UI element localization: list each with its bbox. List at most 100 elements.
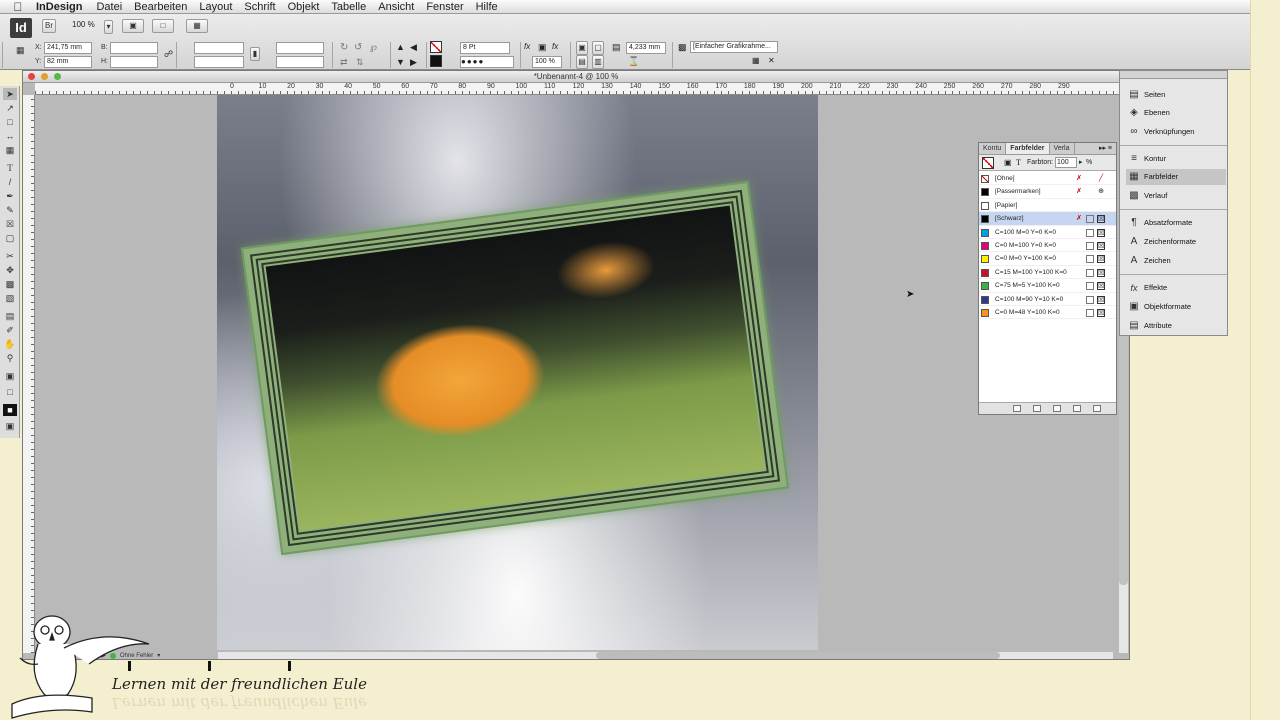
fill-stroke-swatch-icon[interactable] [982, 157, 994, 169]
zoom-field[interactable]: 100 % [70, 20, 104, 32]
tab-farbfelder[interactable]: Farbfelder [1006, 143, 1050, 154]
constrain-scale-button[interactable]: ▮ [250, 47, 260, 61]
tab-verlauf[interactable]: Verla [1050, 143, 1075, 154]
gradient-swatch-tool-icon[interactable]: ▩ [3, 278, 17, 290]
pencil-tool-icon[interactable]: ✎ [3, 204, 17, 216]
width-field[interactable] [110, 42, 158, 54]
image-frame[interactable] [240, 180, 790, 556]
corner-offset-field[interactable]: 4,233 mm [626, 42, 666, 54]
eyedropper-tool-icon[interactable]: ✐ [3, 324, 17, 336]
minimize-window-icon[interactable] [41, 73, 48, 80]
dock-item-verlauf[interactable]: ▩ Verlauf [1126, 188, 1226, 204]
formatting-container-swatch-icon[interactable]: ▣ [1004, 158, 1012, 167]
clear-overrides-icon[interactable]: ▦ [752, 56, 760, 65]
rectangle-tool-icon[interactable]: ▢ [3, 232, 17, 244]
menu-fenster[interactable]: Fenster [420, 1, 469, 13]
dock-item-effekte[interactable]: fx Effekte [1126, 280, 1226, 296]
new-swatch-icon[interactable] [1073, 405, 1081, 412]
page-tool-icon[interactable]: □ [3, 116, 17, 128]
show-gradient-swatches-icon[interactable] [1053, 405, 1061, 412]
reference-point-icon[interactable]: ▦ [16, 45, 30, 59]
content-collector-icon[interactable]: ▦ [3, 144, 17, 156]
rotate-ccw-icon[interactable]: ↺ [354, 42, 362, 53]
bridge-button[interactable]: Br [42, 19, 56, 33]
vertical-ruler[interactable] [23, 95, 35, 653]
show-all-swatches-icon[interactable] [1013, 405, 1021, 412]
formatting-container-icon[interactable]: □ [3, 386, 17, 398]
tint-arrow-icon[interactable]: ▸ [1079, 158, 1083, 166]
line-tool-icon[interactable]: / [3, 176, 17, 188]
opacity-field[interactable]: 100 % [532, 56, 562, 68]
swatch-row-yellow[interactable]: C=0 M=0 Y=100 K=0 ☒ [979, 252, 1116, 266]
x-position-field[interactable]: 241,75 mm [44, 42, 92, 54]
dock-item-attribute[interactable]: ▤ Attribute [1126, 318, 1226, 334]
fx-menu-icon[interactable]: fx [552, 42, 558, 51]
swatch-row-red[interactable]: C=15 M=100 Y=100 K=0 ☒ [979, 266, 1116, 280]
free-transform-tool-icon[interactable]: ✥ [3, 264, 17, 276]
wrap-shape-icon[interactable]: ▢ [592, 41, 604, 55]
swatch-row-cyan[interactable]: C=100 M=0 Y=0 K=0 ☒ [979, 226, 1116, 239]
swatch-row-ohne[interactable]: [Ohne] ✗ ╱ [979, 172, 1116, 186]
rotation-field[interactable] [276, 42, 324, 54]
formatting-text-icon[interactable]: T [1016, 158, 1021, 167]
screen-mode-button[interactable]: □ [152, 19, 174, 33]
gap-tool-icon[interactable]: ↔ [3, 130, 17, 142]
stroke-weight-field[interactable]: 8 Pt [460, 42, 510, 54]
dock-item-zeichenformate[interactable]: A Zeichenformate [1126, 234, 1226, 250]
menu-datei[interactable]: Datei [90, 1, 128, 13]
scale-y-field[interactable] [194, 56, 244, 68]
selection-tool-icon[interactable]: ➤ [3, 88, 17, 100]
swatch-row-magenta[interactable]: C=0 M=100 Y=0 K=0 ☒ [979, 239, 1116, 253]
wrap-around-icon[interactable]: ▣ [576, 41, 588, 55]
wrap-none-icon[interactable]: ▥ [592, 55, 604, 69]
dock-grip[interactable] [1120, 71, 1227, 79]
swatch-row-passermarken[interactable]: [Passermarken] ✗ ⊕ [979, 185, 1116, 199]
corner-options-icon[interactable]: ▤ [612, 42, 621, 53]
pen-tool-icon[interactable]: ✒ [3, 190, 17, 202]
swatch-row-green[interactable]: C=75 M=5 Y=100 K=0 ☒ [979, 279, 1116, 293]
menu-ansicht[interactable]: Ansicht [372, 1, 420, 13]
dock-item-verknuepfungen[interactable]: ∞ Verknüpfungen [1126, 124, 1226, 140]
stroke-type-field[interactable]: ●●●● [460, 56, 514, 68]
delete-swatch-icon[interactable] [1093, 405, 1101, 412]
dock-item-farbfelder[interactable]: ▦ Farbfelder [1126, 169, 1226, 185]
hand-tool-icon[interactable]: ✋ [3, 338, 17, 350]
shear-field[interactable] [276, 56, 324, 68]
path-icon[interactable]: ℘ [370, 42, 377, 53]
dock-item-absatzformate[interactable]: ¶ Absatzformate [1126, 215, 1226, 231]
stroke-black-icon[interactable] [430, 55, 442, 67]
object-style-icon[interactable]: ▩ [678, 42, 687, 53]
dock-item-kontur[interactable]: ≡ Kontur [1126, 151, 1226, 167]
normal-mode-icon[interactable]: ■ [3, 404, 17, 416]
swatch-row-schwarz[interactable]: [Schwarz] ✗ ☒ [979, 212, 1116, 226]
menu-bearbeiten[interactable]: Bearbeiten [128, 1, 193, 13]
constrain-proportions-icon[interactable]: ☍ [164, 49, 173, 60]
menu-layout[interactable]: Layout [193, 1, 238, 13]
clear-icon[interactable]: ✕ [768, 56, 775, 65]
type-tool-icon[interactable]: T [3, 162, 17, 174]
dock-item-ebenen[interactable]: ◈ Ebenen [1126, 105, 1226, 121]
preflight-dropdown-icon[interactable]: ▾ [157, 652, 160, 659]
app-menu[interactable]: InDesign [36, 1, 90, 13]
height-field[interactable] [110, 56, 158, 68]
rotate-90-icon[interactable]: ↻ [340, 42, 348, 53]
effects-fx-icon[interactable]: fx [524, 42, 530, 51]
arrange-documents-button[interactable]: ▦ [186, 19, 208, 33]
fill-none-icon[interactable] [430, 41, 442, 53]
swatch-row-blue[interactable]: C=100 M=90 Y=10 K=0 ☒ [979, 293, 1116, 306]
select-previous-icon[interactable]: ◀ [410, 42, 417, 53]
fill-stroke-icon[interactable]: ▣ [3, 370, 17, 382]
tint-field[interactable]: 100 [1055, 157, 1077, 168]
zoom-tool-icon[interactable]: ⚲ [3, 352, 17, 364]
direct-selection-tool-icon[interactable]: ↗ [3, 102, 17, 114]
swatch-row-papier[interactable]: [Papier] [979, 199, 1116, 213]
object-style-dropdown[interactable]: [Einfacher Grafikrahme... [690, 41, 778, 53]
select-content-icon[interactable]: ▼ [396, 57, 405, 67]
document-page[interactable] [217, 95, 818, 650]
select-container-icon[interactable]: ▲ [396, 42, 405, 52]
dock-item-objektformate[interactable]: ▣ Objektformate [1126, 299, 1226, 315]
horizontal-scrollbar[interactable] [218, 652, 1113, 659]
y-position-field[interactable]: 82 mm [44, 56, 92, 68]
gradient-feather-tool-icon[interactable]: ▧ [3, 292, 17, 304]
screen-mode-icon[interactable]: ▣ [3, 420, 17, 432]
